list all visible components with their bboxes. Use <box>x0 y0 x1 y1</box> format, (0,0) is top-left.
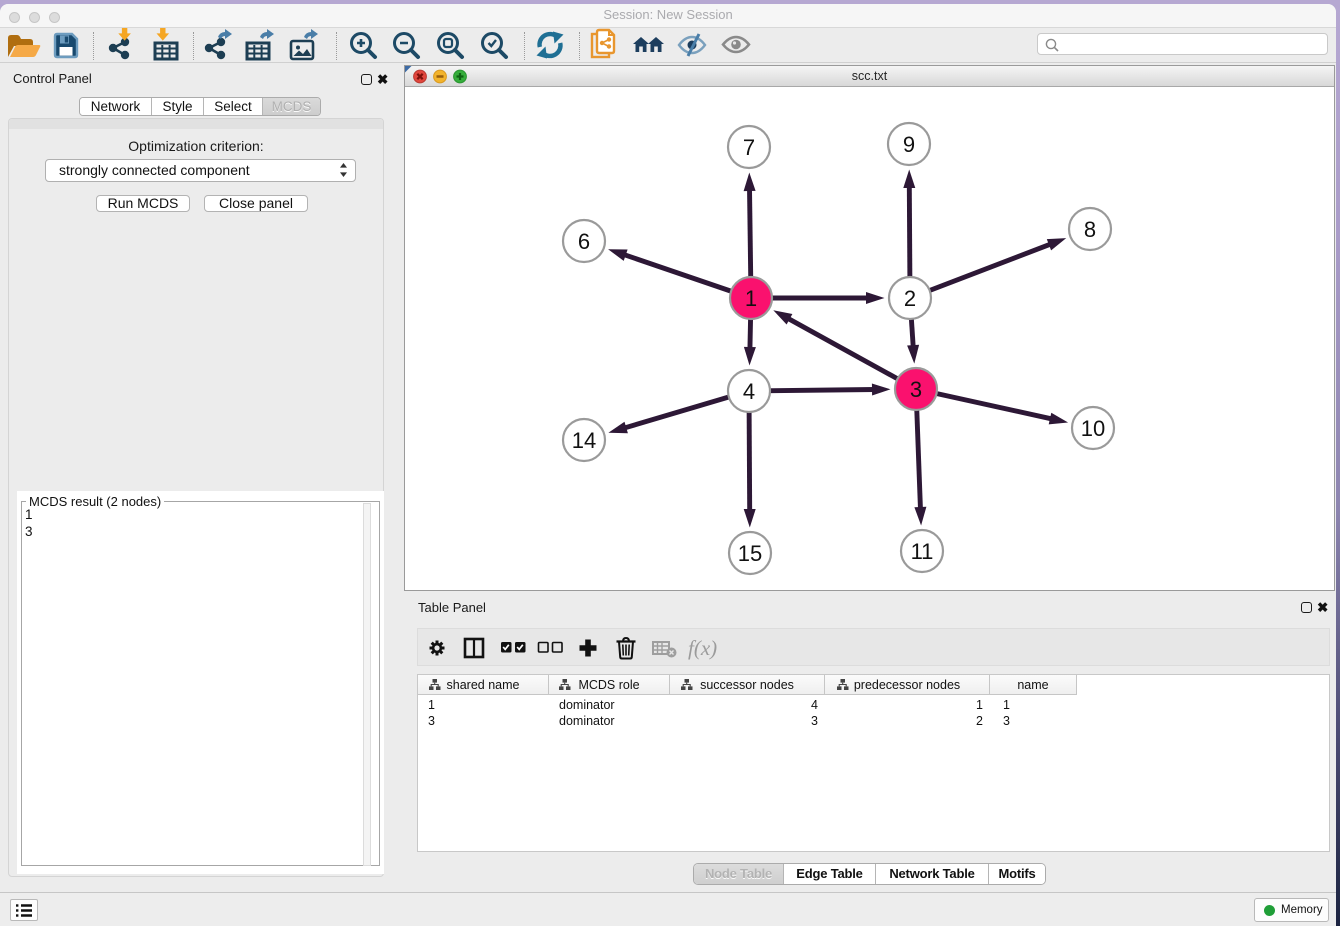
svg-text:7: 7 <box>743 135 755 160</box>
svg-text:3: 3 <box>910 377 922 402</box>
svg-text:9: 9 <box>903 132 915 157</box>
svg-text:11: 11 <box>911 539 934 564</box>
svg-text:4: 4 <box>743 379 755 404</box>
svg-text:2: 2 <box>904 286 916 311</box>
svg-text:1: 1 <box>745 286 757 311</box>
svg-text:14: 14 <box>572 428 596 453</box>
svg-text:15: 15 <box>738 541 762 566</box>
svg-text:f(x): f(x) <box>688 636 717 660</box>
svg-text:10: 10 <box>1081 416 1105 441</box>
svg-text:6: 6 <box>578 229 590 254</box>
svg-text:8: 8 <box>1084 217 1096 242</box>
